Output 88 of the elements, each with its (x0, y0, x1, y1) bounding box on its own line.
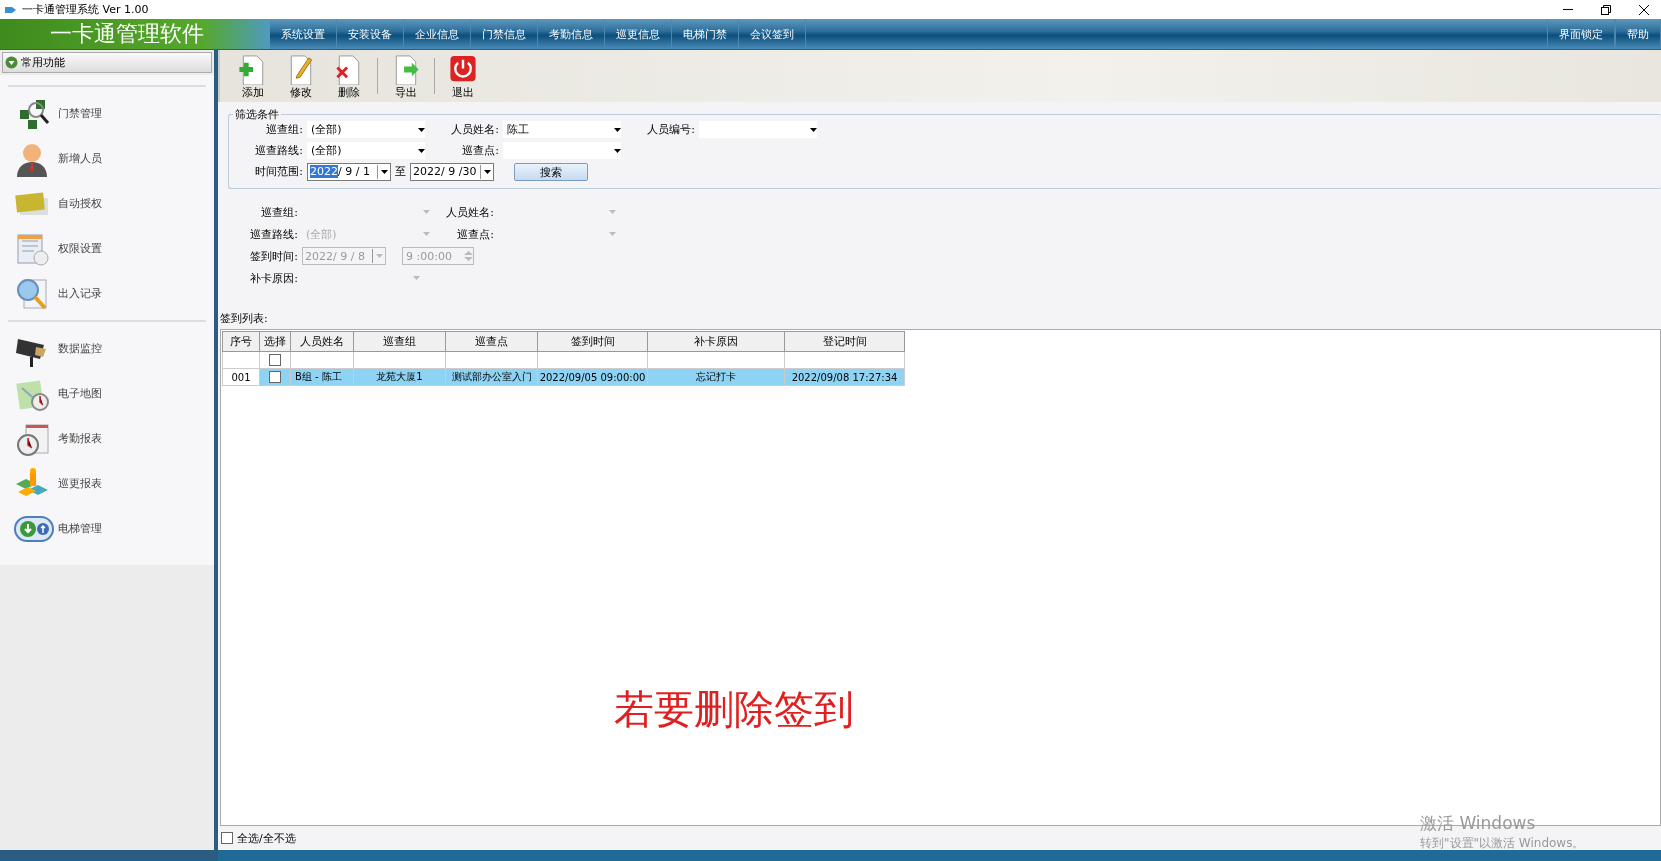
dropdown-caret-icon (423, 210, 430, 214)
column-header[interactable]: 登记时间 (784, 331, 905, 352)
dropdown-caret-icon (614, 127, 621, 132)
column-header[interactable]: 补卡原因 (647, 331, 785, 352)
dropdown-caret-icon (609, 232, 616, 236)
dropdown-caret-icon (418, 127, 425, 132)
toolbar-button[interactable]: 修改 (278, 52, 324, 102)
sidebar-item[interactable]: 电梯管理 (8, 506, 206, 551)
field-label: 签到时间: (249, 248, 298, 264)
checkbox[interactable] (221, 832, 233, 844)
dropdown-field[interactable]: (全部) (307, 142, 425, 159)
menu-item[interactable]: 系统设置 (270, 19, 337, 49)
toolbar-button[interactable]: 导出 (383, 52, 429, 102)
field-label: 巡查路线: (249, 226, 298, 242)
dropdown-caret-icon (614, 148, 621, 153)
sidebar-header[interactable]: 常用功能 (2, 52, 212, 73)
menu-item[interactable]: 门禁信息 (471, 19, 538, 49)
field-label: 补卡原因: (249, 270, 298, 286)
sidebar-item[interactable]: 巡更报表 (8, 461, 206, 506)
toolbar-button[interactable]: 退出 (440, 52, 486, 102)
column-header[interactable]: 巡查组 (353, 331, 446, 352)
dropdown-caret-icon (375, 254, 383, 258)
close-icon (1639, 4, 1649, 15)
sidebar-item[interactable]: 自动授权 (8, 181, 206, 226)
field-label: 巡查组: (260, 204, 298, 220)
range-separator: 至 (395, 164, 406, 179)
column-header[interactable]: 序号 (222, 331, 260, 352)
list-label: 签到列表: (220, 311, 269, 326)
field-label: 巡查组: (265, 122, 303, 137)
sidebar-item[interactable]: 数据监控 (8, 326, 206, 371)
time-field: 9 :00:00 (402, 247, 474, 265)
window-title: 一卡通管理系统 Ver 1.00 (22, 2, 149, 17)
dropdown-caret-icon (380, 169, 388, 174)
field-label: 巡查点: (461, 143, 499, 158)
sidebar-item[interactable]: 出入记录 (8, 271, 206, 316)
minimize-icon (1563, 8, 1573, 11)
menu-item[interactable]: 巡更信息 (605, 19, 672, 49)
app-title: 一卡通管理软件 (0, 19, 270, 49)
dropdown-caret-icon (810, 127, 817, 132)
spinner-icon (464, 250, 473, 262)
menu-item[interactable]: 界面锁定 (1547, 19, 1615, 49)
sidebar-item[interactable]: 权限设置 (8, 226, 206, 271)
dropdown-field[interactable] (699, 121, 817, 138)
dropdown-field[interactable]: 陈工 (503, 121, 621, 138)
sidebar-item[interactable]: 门禁管理 (8, 91, 206, 136)
date-field[interactable]: 2022/ 9 / 1 (307, 162, 391, 181)
checkbox[interactable] (269, 354, 281, 366)
table-cell: 001 (222, 368, 260, 386)
dropdown-field[interactable] (503, 142, 621, 159)
field-label: 巡查点: (456, 226, 494, 242)
menu-item[interactable]: 帮助 (1615, 19, 1661, 49)
menu-item[interactable]: 会议签到 (739, 19, 806, 49)
menu-item[interactable]: 企业信息 (404, 19, 471, 49)
sidebar-item[interactable]: 考勤报表 (8, 416, 206, 461)
field-label: 人员姓名: (445, 204, 494, 220)
subtitle-caption: 若要删除签到 (614, 685, 854, 734)
dropdown-caret-icon (413, 276, 420, 280)
field-label: 巡查路线: (254, 143, 303, 158)
restore-icon (1601, 4, 1611, 15)
date-field: 2022/ 9 / 8 (302, 247, 386, 265)
dropdown-caret-icon (418, 148, 425, 153)
menu-item[interactable]: 安装设备 (337, 19, 404, 49)
dropdown-caret-icon (423, 232, 430, 236)
dropdown-caret-icon (483, 169, 491, 174)
field-label: 时间范围: (254, 164, 303, 179)
checkbox[interactable] (269, 371, 281, 383)
menu-item[interactable]: 电梯门禁 (672, 19, 739, 49)
column-header[interactable]: 选择 (259, 331, 291, 352)
date-field[interactable]: 2022/ 9 /30 (410, 162, 494, 181)
sidebar-item[interactable]: 电子地图 (8, 371, 206, 416)
activation-hint: 转到"设置"以激活 Windows。 (1420, 835, 1585, 852)
toolbar-button[interactable]: 添加 (230, 52, 276, 102)
search-button[interactable]: 搜索 (514, 162, 588, 181)
toolbar-button[interactable]: 删除 (326, 52, 372, 102)
sidebar-header-title: 常用功能 (21, 55, 65, 70)
collapse-icon (5, 56, 18, 69)
dropdown-caret-icon (609, 210, 616, 214)
column-header[interactable]: 签到时间 (537, 331, 648, 352)
sidebar-item[interactable]: 新增人员 (8, 136, 206, 181)
checkbox-label[interactable]: 全选/全不选 (237, 830, 296, 846)
menu-item[interactable]: 考勤信息 (538, 19, 605, 49)
app-icon (4, 4, 18, 15)
field-label: 人员编号: (646, 122, 695, 137)
group-title: 筛选条件 (233, 107, 281, 122)
dropdown-field[interactable]: (全部) (307, 121, 425, 138)
column-header[interactable]: 巡查点 (445, 331, 538, 352)
column-header[interactable]: 人员姓名 (290, 331, 354, 352)
field-label: 人员姓名: (450, 122, 499, 137)
